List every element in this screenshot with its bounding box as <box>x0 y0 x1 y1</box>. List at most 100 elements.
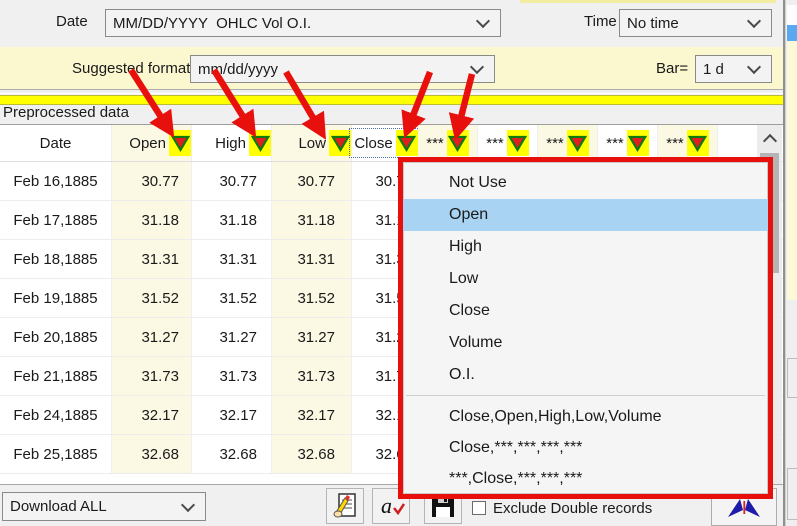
filter-triangle-icon <box>251 134 270 152</box>
filter-button-open[interactable] <box>169 130 191 156</box>
time-combo[interactable]: No time <box>619 9 772 37</box>
filter-button-high[interactable] <box>249 130 271 156</box>
svg-text:a: a <box>381 493 392 518</box>
cell-date: Feb 16,1885 <box>0 162 112 200</box>
column-label: Open <box>129 135 166 152</box>
filter-triangle-icon <box>628 134 647 152</box>
column-header-star: *** <box>478 125 538 161</box>
filter-triangle-icon <box>568 134 587 152</box>
filter-button-low[interactable] <box>329 130 351 156</box>
column-label: *** <box>546 135 564 152</box>
cell-high: 31.27 <box>192 318 272 356</box>
cell-open: 31.52 <box>112 279 192 317</box>
column-label: High <box>215 135 246 152</box>
filter-button-star[interactable] <box>507 130 529 156</box>
cell-open: 31.73 <box>112 357 192 395</box>
cell-high: 32.17 <box>192 396 272 434</box>
cell-high: 31.73 <box>192 357 272 395</box>
suggested-format-combo[interactable]: mm/dd/yyyy <box>190 55 495 83</box>
chevron-down-icon <box>476 14 490 28</box>
date-format-value: MM/DD/YYYY OHLC Vol O.I. <box>106 15 478 32</box>
cell-low: 31.18 <box>272 201 352 239</box>
cell-date: Feb 24,1885 <box>0 396 112 434</box>
cell-low: 31.31 <box>272 240 352 278</box>
cell-low: 31.52 <box>272 279 352 317</box>
menu-item-close[interactable]: Close <box>403 295 768 327</box>
cell-high: 32.68 <box>192 435 272 473</box>
time-value: No time <box>620 15 749 32</box>
column-label: *** <box>606 135 624 152</box>
filter-triangle-icon <box>508 134 527 152</box>
column-header-low: Low <box>272 125 352 161</box>
column-header-star: *** <box>418 125 478 161</box>
menu-item-open[interactable]: Open <box>403 199 768 231</box>
bar-value: 1 d <box>696 61 749 78</box>
filter-triangle-icon <box>688 134 707 152</box>
sliver-fragment <box>787 358 797 398</box>
notepad-pencil-icon <box>331 492 359 520</box>
cell-low: 31.73 <box>272 357 352 395</box>
cell-open: 31.18 <box>112 201 192 239</box>
filter-button-star[interactable] <box>567 130 589 156</box>
column-label: *** <box>486 135 504 152</box>
chevron-down-icon <box>181 497 195 511</box>
filter-triangle-icon <box>171 134 190 152</box>
column-label: *** <box>666 135 684 152</box>
menu-item-close-open-high-low-volume[interactable]: Close,Open,High,Low,Volume <box>403 401 768 432</box>
column-header-star: *** <box>658 125 718 161</box>
divider <box>0 89 783 94</box>
bar-combo[interactable]: 1 d <box>695 55 772 83</box>
bar-label: Bar= <box>656 60 688 77</box>
column-header-close: Close <box>352 125 418 161</box>
cell-high: 31.18 <box>192 201 272 239</box>
exclude-double-checkbox[interactable] <box>472 501 486 515</box>
cell-open: 30.77 <box>112 162 192 200</box>
sliver-fragment <box>787 468 797 520</box>
menu-item-high[interactable]: High <box>403 231 768 263</box>
cell-high: 30.77 <box>192 162 272 200</box>
menu-item-not-use[interactable]: Not Use <box>403 167 768 199</box>
chevron-down-icon <box>747 60 761 74</box>
sliver-fragment <box>787 25 797 41</box>
sliver-fragment <box>787 41 797 300</box>
cell-date: Feb 21,1885 <box>0 357 112 395</box>
background-window-sliver <box>785 0 797 526</box>
filter-button-close[interactable] <box>396 130 418 156</box>
filter-button-star[interactable] <box>447 130 469 156</box>
suggested-format-value: mm/dd/yyyy <box>191 61 472 78</box>
edit-data-button[interactable] <box>326 488 364 524</box>
column-label: *** <box>426 135 444 152</box>
cell-date: Feb 25,1885 <box>0 435 112 473</box>
section-title: Preprocessed data <box>3 104 129 121</box>
menu-item-low[interactable]: Low <box>403 263 768 295</box>
import-dialog: Date MM/DD/YYYY OHLC Vol O.I. Time No ti… <box>0 0 797 526</box>
filter-triangle-icon <box>448 134 467 152</box>
cell-low: 32.68 <box>272 435 352 473</box>
filter-button-star[interactable] <box>687 130 709 156</box>
menu-item-close[interactable]: Close,***,***,***,*** <box>403 432 768 463</box>
sliver-fragment <box>787 5 797 25</box>
cell-low: 32.17 <box>272 396 352 434</box>
column-header-date: Date <box>0 125 112 161</box>
filter-button-star[interactable] <box>627 130 649 156</box>
cell-date: Feb 19,1885 <box>0 279 112 317</box>
download-mode-combo[interactable]: Download ALL <box>2 492 206 521</box>
menu-item-close[interactable]: ***,Close,***,***,*** <box>403 463 768 494</box>
column-label: Low <box>298 135 326 152</box>
cell-open: 32.17 <box>112 396 192 434</box>
background-window-fragment <box>520 0 776 3</box>
focused-header: Close <box>349 128 419 158</box>
cell-open: 31.27 <box>112 318 192 356</box>
date-format-combo[interactable]: MM/DD/YYYY OHLC Vol O.I. <box>105 9 501 37</box>
menu-item-o-i[interactable]: O.I. <box>403 359 768 391</box>
suggested-formats-label: Suggested formats <box>72 60 198 77</box>
scroll-up-button[interactable] <box>757 125 782 151</box>
menu-item-volume[interactable]: Volume <box>403 327 768 359</box>
column-label: Close <box>354 135 392 152</box>
cell-date: Feb 17,1885 <box>0 201 112 239</box>
date-label: Date <box>56 13 88 30</box>
column-header-open: Open <box>112 125 192 161</box>
column-role-context-menu: Not UseOpenHighLowCloseVolumeO.I. Close,O… <box>398 157 773 499</box>
cell-date: Feb 20,1885 <box>0 318 112 356</box>
cell-low: 30.77 <box>272 162 352 200</box>
